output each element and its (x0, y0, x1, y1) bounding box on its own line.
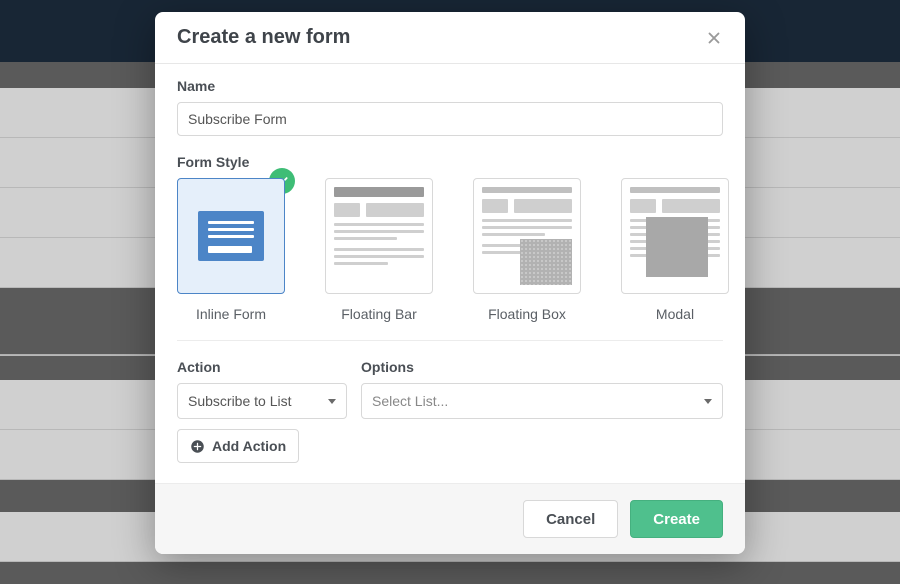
style-option-floating-bar[interactable]: Floating Bar (325, 178, 433, 322)
action-label: Action (177, 359, 347, 375)
style-label: Floating Box (488, 306, 566, 322)
caret-down-icon (704, 399, 712, 404)
modal-body: Name Form Style Inline Form (155, 64, 745, 483)
action-select[interactable]: Subscribe to List (177, 383, 347, 419)
name-section: Name (177, 78, 723, 136)
style-option-inline-form[interactable]: Inline Form (177, 178, 285, 322)
name-label: Name (177, 78, 723, 94)
action-row: Action Subscribe to List Add Action Opti… (177, 359, 723, 463)
close-icon (705, 29, 723, 47)
cancel-button[interactable]: Cancel (523, 500, 618, 538)
close-button[interactable] (705, 29, 723, 47)
style-label: Modal (656, 306, 694, 322)
modal-footer: Cancel Create (155, 483, 745, 554)
caret-down-icon (328, 399, 336, 404)
options-label: Options (361, 359, 723, 375)
action-column: Action Subscribe to List Add Action (177, 359, 347, 463)
create-form-modal: Create a new form Name Form Style (155, 12, 745, 554)
form-style-section: Form Style Inline Form (177, 154, 723, 322)
style-label: Floating Bar (341, 306, 416, 322)
add-action-button[interactable]: Add Action (177, 429, 299, 463)
style-option-floating-box[interactable]: Floating Box (473, 178, 581, 322)
create-button[interactable]: Create (630, 500, 723, 538)
name-input[interactable] (177, 102, 723, 136)
style-card (177, 178, 285, 294)
options-column: Options Select List... (361, 359, 723, 463)
options-select[interactable]: Select List... (361, 383, 723, 419)
inline-form-thumbnail (198, 211, 264, 261)
add-action-label: Add Action (212, 438, 286, 454)
style-card (473, 178, 581, 294)
style-card (621, 178, 729, 294)
modal-header: Create a new form (155, 12, 745, 64)
options-select-placeholder: Select List... (372, 393, 448, 409)
form-styles-row: Inline Form Floating Bar (177, 178, 723, 322)
style-card (325, 178, 433, 294)
plus-circle-icon (190, 439, 205, 454)
modal-thumbnail (646, 217, 708, 277)
floating-box-thumbnail (520, 239, 572, 285)
divider (177, 340, 723, 341)
modal-title: Create a new form (177, 26, 350, 49)
floating-bar-thumbnail (334, 187, 424, 197)
form-style-label: Form Style (177, 154, 723, 170)
style-option-modal[interactable]: Modal (621, 178, 729, 322)
action-select-value: Subscribe to List (188, 393, 292, 409)
style-label: Inline Form (196, 306, 266, 322)
